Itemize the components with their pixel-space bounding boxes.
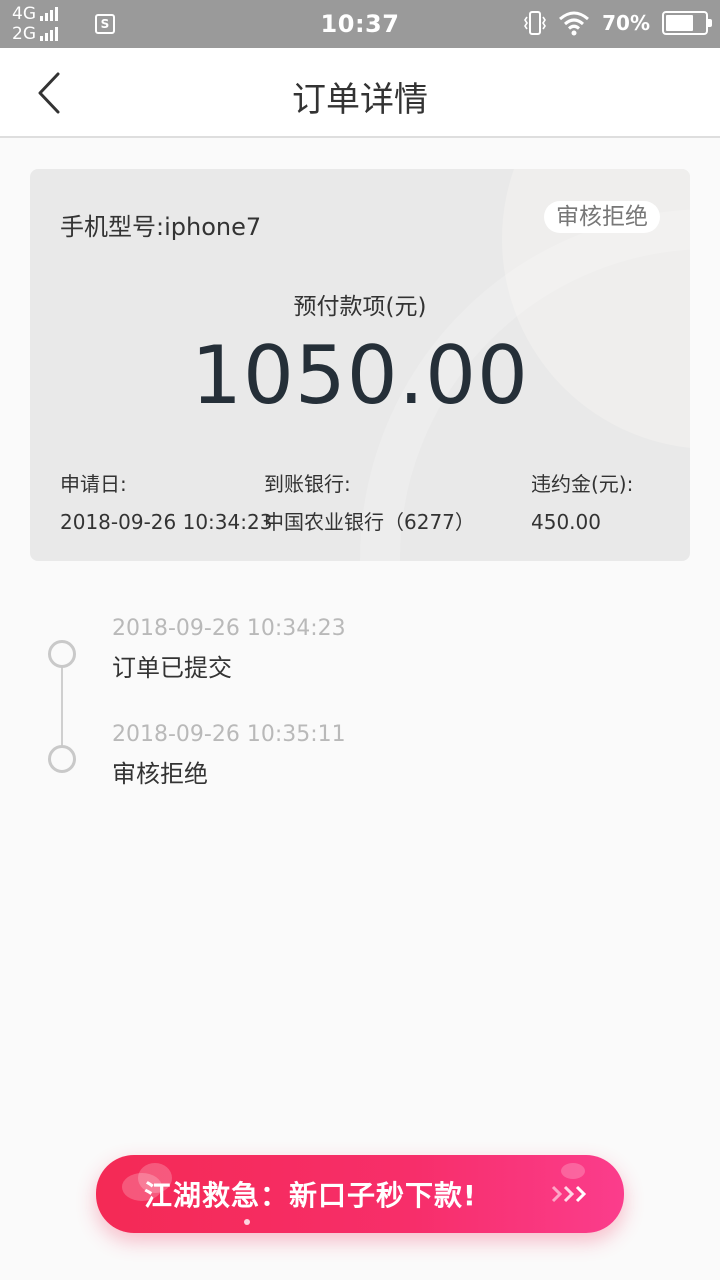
status-bar: 4G 2G S 10:37 70% <box>0 0 720 48</box>
timeline-dot-icon <box>48 745 76 773</box>
page-title: 订单详情 <box>292 80 428 120</box>
timeline-time: 2018-09-26 10:34:23 <box>112 616 346 641</box>
wifi-icon <box>559 11 590 36</box>
battery-icon <box>662 11 712 35</box>
amount-label: 预付款项(元) <box>293 294 427 320</box>
decoration-dot <box>244 1219 250 1225</box>
apply-date-label: 申请日: <box>60 472 127 496</box>
phone-model: 手机型号:iphone7 <box>60 213 262 241</box>
timeline-text: 审核拒绝 <box>112 760 208 788</box>
triple-chevron-right-icon <box>551 1185 587 1203</box>
timeline-time: 2018-09-26 10:35:11 <box>112 722 346 747</box>
status-badge: 审核拒绝 <box>544 201 660 233</box>
penalty-block: 违约金(元): 450.00 <box>531 465 633 541</box>
penalty-value: 450.00 <box>531 510 601 534</box>
nav-header: 订单详情 <box>0 48 720 138</box>
order-summary-card: 手机型号:iphone7 审核拒绝 预付款项(元) 1050.00 申请日: 2… <box>30 169 690 561</box>
bank-label: 到账银行: <box>264 472 351 496</box>
battery-percent: 70% <box>602 11 650 35</box>
promo-text: 江湖救急：新口子秒下款! <box>144 1179 477 1212</box>
promo-banner-button[interactable]: 江湖救急：新口子秒下款! <box>96 1155 624 1233</box>
apply-date-value: 2018-09-26 10:34:23 <box>60 510 273 534</box>
apply-date-block: 申请日: 2018-09-26 10:34:23 <box>60 465 272 541</box>
timeline-dot-icon <box>48 640 76 668</box>
bank-value: 中国农业银行（6277） <box>264 510 475 534</box>
bank-block: 到账银行: 中国农业银行（6277） <box>264 465 475 541</box>
penalty-label: 违约金(元): <box>531 472 634 496</box>
amount-value: 1050.00 <box>191 329 529 422</box>
cloud-icon <box>561 1163 585 1179</box>
timeline-text: 订单已提交 <box>112 654 232 682</box>
vibrate-icon <box>524 11 547 35</box>
